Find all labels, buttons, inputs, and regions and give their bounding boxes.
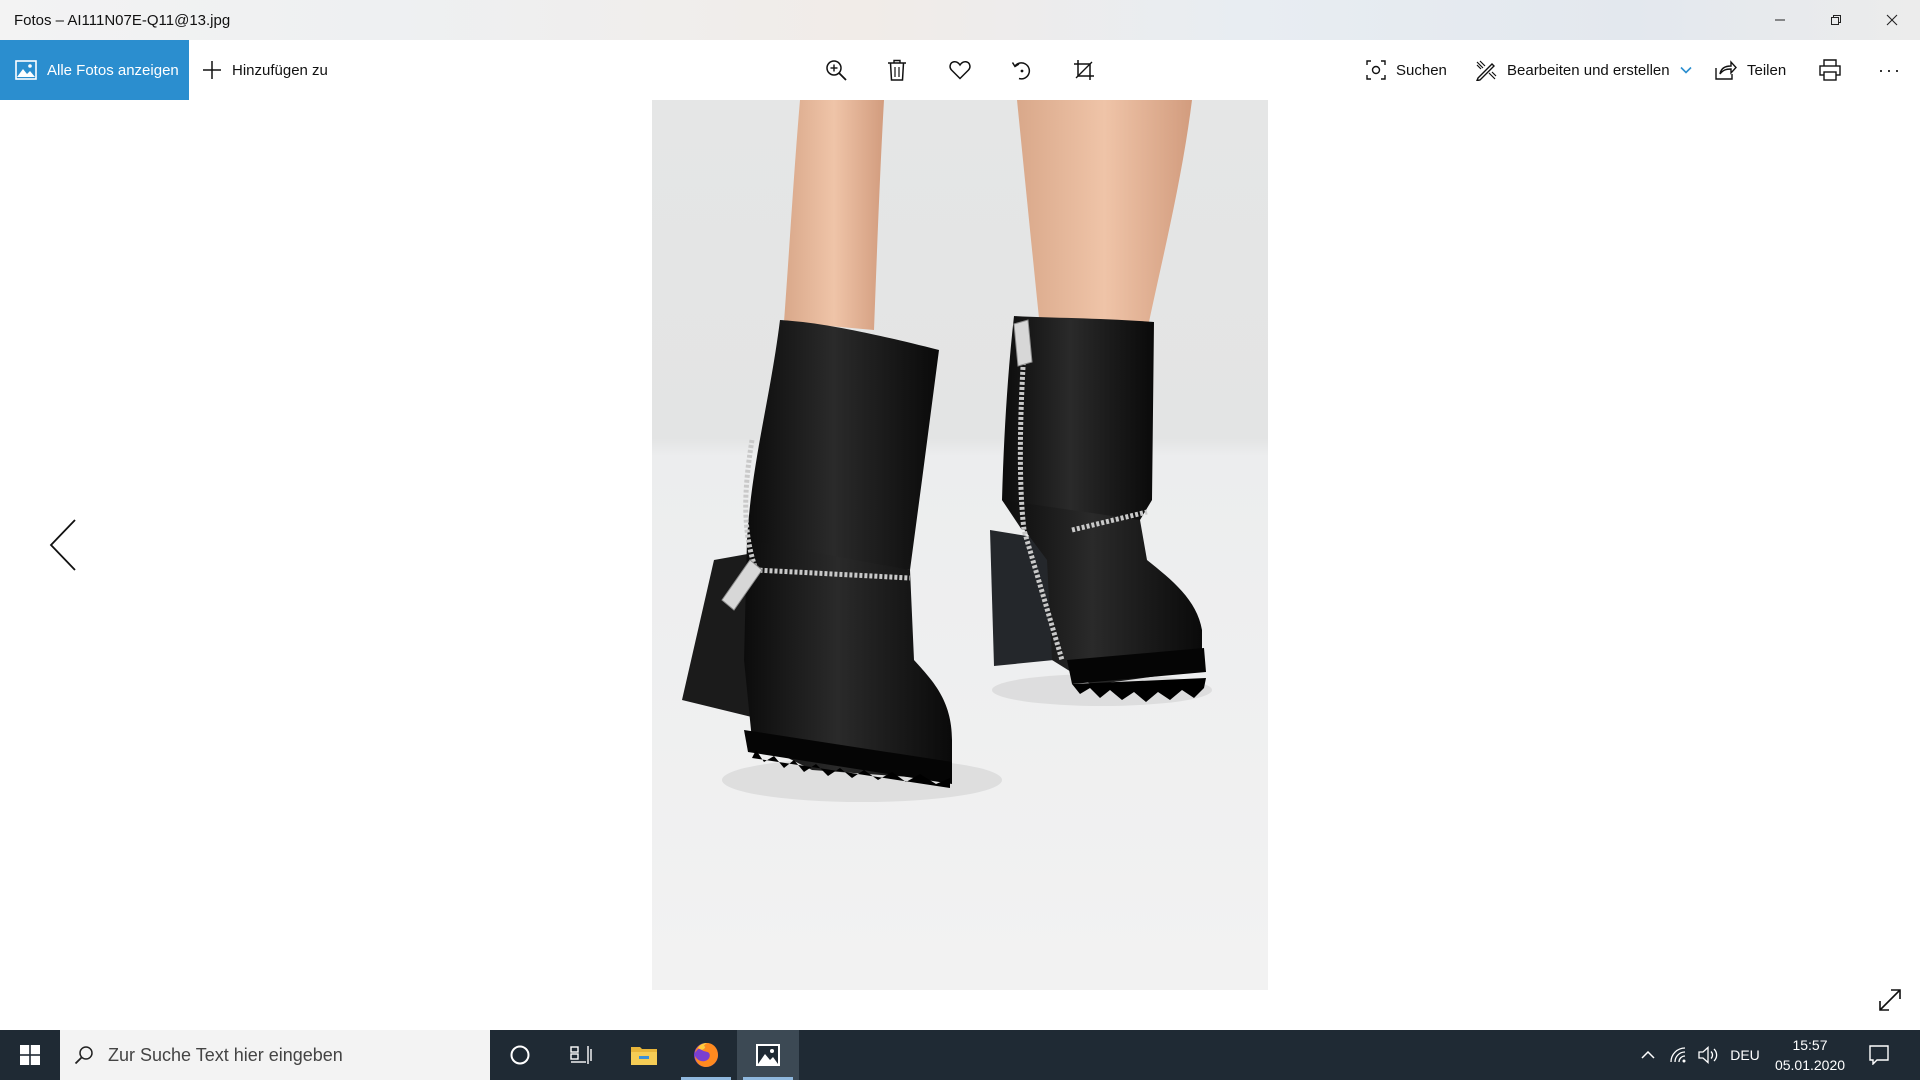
restore-button[interactable] [1808,0,1864,40]
restore-icon [1831,15,1841,25]
share-icon [1715,60,1737,80]
search-label: Suchen [1396,61,1447,79]
expand-icon [1879,989,1901,1011]
photo-illustration [652,100,1268,990]
print-button[interactable] [1810,40,1850,100]
edit-create-label: Bearbeiten und erstellen [1507,61,1670,79]
network-button[interactable] [1664,1030,1694,1080]
plus-icon [202,60,222,80]
photos-app-button[interactable] [737,1030,799,1080]
tray-overflow-button[interactable] [1634,1030,1662,1080]
cortana-icon [510,1045,530,1065]
print-icon [1819,59,1841,81]
search-button[interactable]: Suchen [1366,40,1447,100]
clock-time: 15:57 [1792,1037,1828,1053]
share-button[interactable]: Teilen [1715,40,1786,100]
all-photos-label: Alle Fotos anzeigen [47,61,179,79]
firefox-icon [694,1043,718,1067]
crop-button[interactable] [1064,40,1104,100]
add-to-label: Hinzufügen zu [232,61,328,79]
image-icon [15,60,37,80]
previous-photo-button[interactable] [40,510,86,580]
delete-icon [888,59,906,81]
add-to-button[interactable]: Hinzufügen zu [202,40,328,100]
wifi-icon [1670,1047,1686,1063]
zoom-button[interactable] [816,40,856,100]
crop-icon [1074,60,1094,80]
more-icon: ··· [1878,59,1902,80]
favorite-heart-icon [949,60,971,80]
close-icon [1886,14,1898,26]
window-title: Fotos – AI111N07E-Q11@13.jpg [14,11,231,29]
clock[interactable]: 15:57 05.01.2020 [1760,1030,1860,1080]
search-icon [74,1045,94,1065]
speaker-icon [1698,1046,1718,1064]
title-bar: Fotos – AI111N07E-Q11@13.jpg [0,0,1920,40]
window-controls [1752,0,1920,40]
rotate-button[interactable] [1002,40,1042,100]
start-button[interactable] [0,1030,60,1080]
edit-create-button[interactable]: Bearbeiten und erstellen [1475,40,1692,100]
cortana-button[interactable] [489,1030,551,1080]
notification-icon [1869,1045,1889,1065]
firefox-button[interactable] [675,1030,737,1080]
favorite-button[interactable] [940,40,980,100]
chevron-up-icon [1641,1051,1655,1059]
rotate-icon [1011,62,1031,80]
action-center-button[interactable] [1862,1030,1896,1080]
taskbar-search-input[interactable] [106,1043,436,1067]
minimize-icon [1775,19,1785,21]
more-button[interactable]: ··· [1870,40,1910,100]
clock-date: 05.01.2020 [1774,1057,1846,1073]
all-photos-button[interactable]: Alle Fotos anzeigen [0,40,189,100]
taskbar: DEU 15:57 05.01.2020 [0,1030,1920,1080]
taskbar-search[interactable] [60,1030,490,1080]
close-button[interactable] [1864,0,1920,40]
share-label: Teilen [1747,61,1787,79]
zoom-in-icon [826,60,847,81]
visual-search-icon [1366,60,1386,80]
volume-button[interactable] [1694,1030,1724,1080]
language-label: DEU [1730,1047,1760,1063]
file-explorer-button[interactable] [613,1030,675,1080]
chevron-down-icon [1680,66,1692,74]
app-toolbar: Alle Fotos anzeigen Hinzufügen zu Suchen… [0,40,1920,100]
file-explorer-icon [631,1047,657,1065]
photos-app-icon [756,1044,780,1066]
windows-logo-icon [20,1045,40,1065]
task-view-button[interactable] [551,1030,613,1080]
delete-button[interactable] [877,40,917,100]
image-viewer [0,100,1920,1030]
photo-boots [652,100,1268,990]
chevron-left-icon [49,519,76,571]
fullscreen-button[interactable] [1870,980,1910,1020]
task-view-icon [570,1046,592,1064]
minimize-button[interactable] [1752,0,1808,40]
edit-create-icon [1475,59,1497,81]
input-language[interactable]: DEU [1728,1030,1762,1080]
